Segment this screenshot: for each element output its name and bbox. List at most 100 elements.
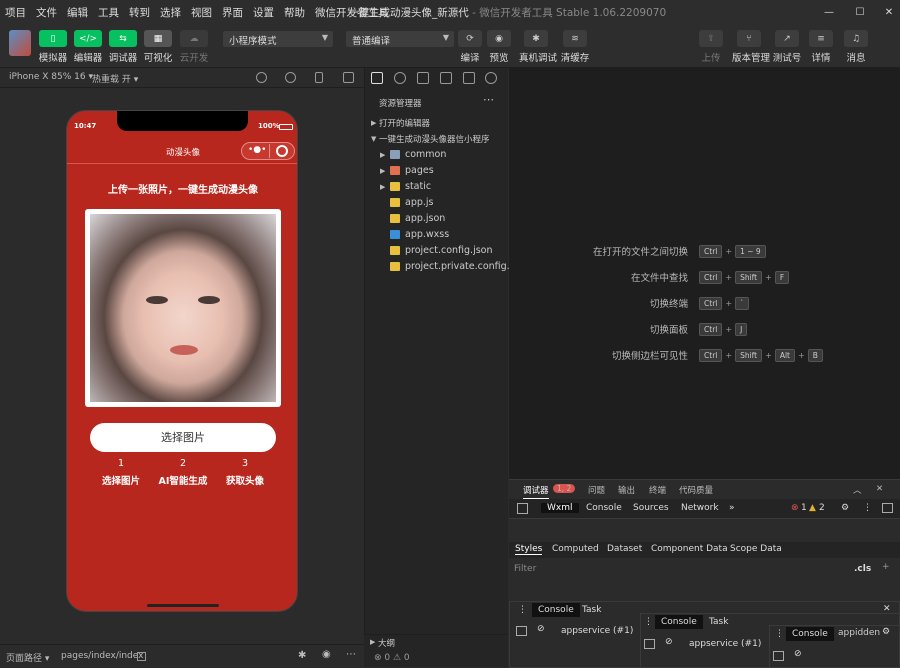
git-icon[interactable]	[417, 72, 429, 84]
tab-output[interactable]: 输出	[618, 484, 635, 496]
gear-icon[interactable]: ⚙	[882, 627, 890, 637]
filter-input[interactable]: Filter	[514, 564, 536, 574]
menu-item[interactable]: 界面	[217, 5, 248, 20]
tab-wxml[interactable]: Wxml	[541, 503, 579, 513]
tab-code-quality[interactable]: 代码质量	[679, 484, 713, 496]
copy-icon[interactable]	[137, 652, 146, 661]
plus-icon[interactable]: +	[882, 562, 890, 572]
upload-button[interactable]: ⇪ 上传	[694, 30, 728, 64]
clear-icon[interactable]: ⊘	[537, 624, 545, 634]
tab-dataset[interactable]: Dataset	[607, 544, 642, 554]
problems-count[interactable]: ⊗ 0 ⚠ 0	[374, 653, 410, 663]
remote-debug-button[interactable]: ✱ 真机调试	[519, 30, 557, 64]
more-icon[interactable]: ⋯	[346, 649, 356, 660]
tab-component-data[interactable]: Component Data	[651, 544, 728, 554]
drawer-tab-console[interactable]: Console	[655, 615, 703, 629]
more-icon[interactable]: ⋯	[483, 93, 494, 106]
visual-button[interactable]: ▦ 可视化	[143, 30, 173, 64]
minimize-button[interactable]: —	[812, 0, 846, 24]
file-item[interactable]: app.wxss	[365, 227, 509, 243]
compile-select[interactable]: 普通编译 ▼	[346, 31, 454, 47]
cls-toggle[interactable]: .cls	[854, 564, 871, 574]
context-select[interactable]: appservice (#1)	[561, 626, 633, 636]
menu-item[interactable]: 选择	[155, 5, 186, 20]
menu-item[interactable]: 转到	[124, 5, 155, 20]
menu-item[interactable]: 项目	[0, 5, 31, 20]
drawer-tab-task[interactable]: Task	[582, 605, 601, 615]
file-item[interactable]: ▶ static	[365, 179, 509, 195]
gear-icon[interactable]: ⚙	[841, 503, 849, 513]
tab-computed[interactable]: Computed	[552, 544, 599, 554]
more-icon[interactable]: •●•	[248, 145, 266, 155]
sidebar-toggle-icon[interactable]	[644, 639, 655, 649]
bug-icon[interactable]: ✱	[298, 650, 306, 661]
clear-icon[interactable]: ⊘	[794, 649, 802, 659]
more-tabs-icon[interactable]: »	[729, 503, 735, 513]
phone-icon[interactable]	[315, 72, 323, 83]
tab-console[interactable]: Console	[586, 503, 622, 513]
context-select[interactable]: appservice (#1)	[689, 639, 761, 649]
tab-styles[interactable]: Styles	[515, 544, 543, 555]
file-item[interactable]: ▶ pages	[365, 163, 509, 179]
preview-button[interactable]: ◉ 预览	[482, 30, 516, 64]
outline-title[interactable]: 大纲	[378, 637, 395, 649]
menu-item[interactable]: 帮助	[279, 5, 310, 20]
tab-scope-data[interactable]: Scope Data	[730, 544, 782, 554]
file-item[interactable]: project.private.config.js...	[365, 259, 526, 275]
simulator-button[interactable]: ▯ 模拟器	[38, 30, 68, 64]
open-editors-section[interactable]: ▶ 打开的编辑器	[365, 115, 509, 131]
sidebar-toggle-icon[interactable]	[516, 626, 527, 636]
extensions-icon[interactable]	[440, 72, 452, 84]
tab-sources[interactable]: Sources	[633, 503, 669, 513]
tab-terminal[interactable]: 终端	[649, 484, 666, 496]
version-button[interactable]: ⑂ 版本管理	[732, 30, 770, 64]
popout-icon[interactable]	[343, 72, 354, 83]
choose-image-button[interactable]: 选择图片	[90, 423, 276, 452]
project-avatar[interactable]	[9, 30, 31, 56]
details-button[interactable]: ≡ 详情	[804, 30, 838, 64]
device-select[interactable]: iPhone X 85% 16 ▾	[9, 72, 93, 82]
sidebar-toggle-icon[interactable]	[773, 651, 784, 661]
eye-icon[interactable]: ◉	[322, 649, 331, 660]
menu-item[interactable]: 编辑	[62, 5, 93, 20]
docker-icon[interactable]	[485, 72, 497, 84]
tab-network[interactable]: Network	[681, 503, 719, 513]
capsule-menu[interactable]: •●•	[241, 142, 295, 160]
page-path-select[interactable]: 页面路径 ▾	[6, 651, 49, 664]
record-icon[interactable]	[285, 72, 296, 83]
tab-problems[interactable]: 问题	[588, 484, 605, 496]
file-item[interactable]: app.json	[365, 211, 509, 227]
more-vert-icon[interactable]: ⋮	[863, 503, 872, 513]
drawer-tab-task[interactable]: Task	[709, 617, 728, 627]
close-button[interactable]: ✕	[872, 0, 900, 24]
search-icon[interactable]	[394, 72, 406, 84]
more-vert-icon[interactable]: ⋮	[775, 629, 784, 639]
close-circle-icon[interactable]	[276, 145, 288, 157]
hotreload-toggle[interactable]: 热重载 开 ▾	[92, 72, 138, 85]
drawer-tab-console[interactable]: Console	[786, 627, 834, 641]
file-item[interactable]: app.js	[365, 195, 509, 211]
more-vert-icon[interactable]: ⋮	[644, 617, 653, 627]
clear-icon[interactable]: ⊘	[665, 637, 673, 647]
outline-icon[interactable]	[463, 72, 475, 84]
drawer-tab-console[interactable]: Console	[532, 603, 580, 617]
menu-item[interactable]: 工具	[93, 5, 124, 20]
rotate-icon[interactable]	[256, 72, 267, 83]
menu-item[interactable]: 设置	[248, 5, 279, 20]
debugger-button[interactable]: ⇆ 调试器	[108, 30, 138, 64]
clear-cache-button[interactable]: ≋ 清缓存	[558, 30, 592, 64]
test-account-button[interactable]: ↗ 测试号	[770, 30, 804, 64]
menu-item[interactable]: 视图	[186, 5, 217, 20]
close-icon[interactable]: ✕	[876, 484, 883, 494]
menu-item[interactable]: 文件	[31, 5, 62, 20]
project-section[interactable]: ▼ 一键生成动漫头像器信小程序	[365, 131, 509, 147]
inspect-icon[interactable]	[517, 503, 528, 514]
files-icon[interactable]	[371, 72, 383, 84]
chevron-up-icon[interactable]: ︿	[853, 484, 862, 496]
tab-debugger[interactable]: 调试器	[523, 484, 549, 499]
file-item[interactable]: project.config.json	[365, 243, 509, 259]
file-item[interactable]: ▶ common	[365, 147, 509, 163]
dock-icon[interactable]	[882, 503, 893, 513]
editor-button[interactable]: </> 编辑器	[73, 30, 103, 64]
more-vert-icon[interactable]: ⋮	[518, 605, 527, 615]
